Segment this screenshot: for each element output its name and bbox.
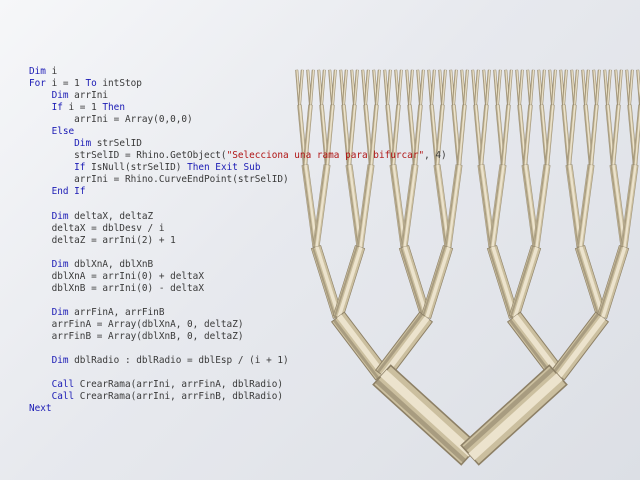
code-line: deltaZ = arrIni(2) + 1 <box>29 235 447 247</box>
code-line: Next <box>29 403 447 415</box>
code-keyword: Call <box>51 391 75 403</box>
code-keyword: Dim <box>51 258 69 270</box>
code-text: , 4) <box>424 150 447 162</box>
code-text: CrearRama(arrIni, arrFinA, dblRadio) <box>74 379 283 391</box>
code-line: Dim arrFinA, arrFinB <box>29 307 447 319</box>
code-line: Call CrearRama(arrIni, arrFinA, dblRadio… <box>29 379 447 391</box>
code-string: "Selecciona una rama para bifurcar" <box>226 150 425 162</box>
code-keyword: Dim <box>29 66 46 77</box>
code-keyword: Dim <box>51 306 69 318</box>
code-line: arrFinA = Array(dblXnA, 0, deltaZ) <box>29 319 447 331</box>
code-line: arrFinB = Array(dblXnB, 0, deltaZ) <box>29 331 447 343</box>
code-keyword: Dim <box>51 210 69 222</box>
code-text: arrIni = Rhino.CurveEndPoint(strSelID) <box>29 174 289 186</box>
code-text: deltaX, deltaZ <box>68 210 154 222</box>
code-keyword: Call <box>51 379 75 391</box>
code-text: IsNull(strSelID) <box>85 162 188 174</box>
code-keyword: Dim <box>74 138 92 150</box>
code-line: Dim arrIni <box>29 90 447 102</box>
code-text: dblRadio : dblRadio = dblEsp / (i + 1) <box>68 355 289 367</box>
code-keyword: Then <box>102 102 125 114</box>
code-text: deltaX = dblDesv / i <box>29 222 165 234</box>
code-text: strSelID = Rhino.GetObject( <box>29 150 227 162</box>
code-text: arrFinA, arrFinB <box>68 306 165 318</box>
code-line: arrIni = Array(0,0,0) <box>29 114 447 126</box>
code-line: Dim dblXnA, dblXnB <box>29 259 447 271</box>
branch-highlight <box>513 246 539 318</box>
branch-highlight <box>556 316 606 378</box>
code-text: dblXnA = arrIni(0) + deltaX <box>29 270 204 282</box>
code-keyword: Sub <box>243 162 261 174</box>
rhino-viewport[interactable]: Dim i For i = 1 To intStop Dim arrIni If … <box>0 0 640 480</box>
code-text: i <box>45 66 58 77</box>
code-text: arrFinB = Array(dblXnB, 0, deltaZ) <box>29 331 244 343</box>
rhinoscript-code: Dim i For i = 1 To intStop Dim arrIni If … <box>29 66 447 415</box>
code-line: dblXnA = arrIni(0) + deltaX <box>29 271 447 283</box>
code-keyword: Exit <box>215 162 238 174</box>
code-keyword: If <box>74 162 86 174</box>
code-line: arrIni = Rhino.CurveEndPoint(strSelID) <box>29 174 447 186</box>
branch-highlight <box>601 246 627 318</box>
code-keyword: Next <box>29 403 52 415</box>
code-keyword: Dim <box>51 355 69 367</box>
code-text: strSelID <box>91 138 142 150</box>
code-line: Dim deltaX, deltaZ <box>29 211 447 223</box>
code-line: deltaX = dblDesv / i <box>29 223 447 235</box>
code-text: CrearRama(arrIni, arrFinB, dblRadio) <box>74 391 283 403</box>
code-keyword: If <box>51 102 63 114</box>
code-line: Dim i <box>29 66 447 78</box>
code-text: i = 1 <box>45 78 86 90</box>
code-line: If i = 1 Then <box>29 102 447 114</box>
code-line: Dim dblRadio : dblRadio = dblEsp / (i + … <box>29 355 447 367</box>
code-keyword: End <box>51 186 69 198</box>
branch-highlight <box>491 246 517 318</box>
code-text: i = 1 <box>62 102 103 114</box>
code-keyword: Dim <box>51 90 69 102</box>
code-keyword: For <box>29 78 46 90</box>
code-line: Call CrearRama(arrIni, arrFinB, dblRadio… <box>29 391 447 403</box>
code-text: dblXnA, dblXnB <box>68 258 154 270</box>
code-text: arrIni = Array(0,0,0) <box>29 114 193 126</box>
code-line: End If <box>29 186 447 198</box>
code-line: If IsNull(strSelID) Then Exit Sub <box>29 162 447 174</box>
code-keyword: If <box>74 186 86 198</box>
code-text: arrFinA = Array(dblXnA, 0, deltaZ) <box>29 318 244 330</box>
branch-highlight <box>579 246 605 318</box>
code-keyword: Else <box>51 126 75 138</box>
code-keyword: To <box>85 78 97 90</box>
code-text: intStop <box>96 78 142 90</box>
code-keyword: Then <box>187 162 210 174</box>
code-line: dblXnB = arrIni(0) - deltaX <box>29 283 447 295</box>
branch-highlight <box>512 314 562 376</box>
code-line: strSelID = Rhino.GetObject("Selecciona u… <box>29 150 447 162</box>
code-text: dblXnB = arrIni(0) - deltaX <box>29 282 204 294</box>
code-text: arrIni <box>68 90 109 102</box>
branch-highlight <box>468 373 563 461</box>
code-text: deltaZ = arrIni(2) + 1 <box>29 234 176 246</box>
code-line: Dim strSelID <box>29 138 447 150</box>
code-line: Else <box>29 126 447 138</box>
code-line: For i = 1 To intStop <box>29 78 447 90</box>
